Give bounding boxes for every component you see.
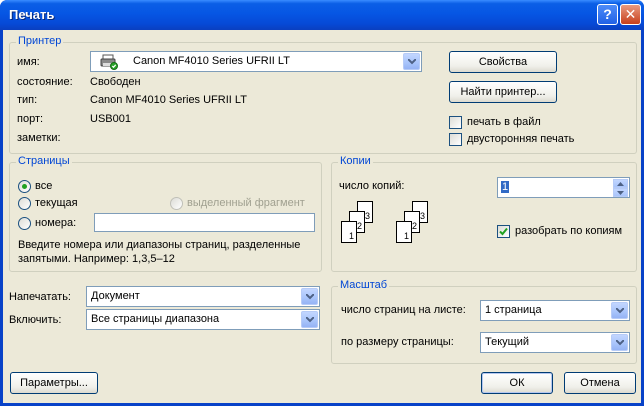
window-title: Печать <box>9 7 55 22</box>
pages-per-sheet-value: 1 страница <box>485 304 542 316</box>
copies-group: Копии число копий: 1 3 2 1 3 2 1 разобра… <box>331 155 637 272</box>
printer-port-label: порт: <box>17 113 44 125</box>
close-button[interactable]: ✕ <box>620 4 641 25</box>
title-bar[interactable]: Печать ? ✕ <box>0 0 644 30</box>
page-number: 3 <box>419 211 425 221</box>
zoom-legend: Масштаб <box>338 279 390 291</box>
page-number: 2 <box>411 221 417 231</box>
printer-group: Принтер имя: Canon MF4010 Series UFRII L… <box>9 35 637 154</box>
pages-selection-label: выделенный фрагмент <box>187 197 305 209</box>
check-icon <box>499 227 508 236</box>
collate-checkbox[interactable] <box>497 225 510 238</box>
options-button[interactable]: Параметры... <box>10 372 98 394</box>
print-to-file-label: печать в файл <box>467 116 541 128</box>
printer-name-value: Canon MF4010 Series UFRII LT <box>133 55 290 67</box>
collate-preview-stack-2: 3 2 1 <box>396 201 438 259</box>
scale-dropdown[interactable]: Текущий <box>480 332 630 353</box>
printer-legend: Принтер <box>16 35 64 47</box>
chevron-down-icon[interactable] <box>611 302 628 319</box>
pages-group: Страницы все текущая выделенный фрагмент… <box>9 155 322 272</box>
pages-legend: Страницы <box>16 155 72 167</box>
printer-type-label: тип: <box>17 94 38 106</box>
pages-all-label: все <box>35 180 53 192</box>
duplex-checkbox[interactable] <box>449 133 462 146</box>
ok-button[interactable]: ОК <box>481 372 553 394</box>
collate-preview-stack-1: 3 2 1 <box>341 201 383 259</box>
include-value: Все страницы диапазона <box>91 313 220 325</box>
print-what-dropdown[interactable]: Документ <box>86 286 320 307</box>
printer-notes-label: заметки: <box>17 132 61 144</box>
print-what-label: Напечатать: <box>9 291 71 303</box>
properties-button[interactable]: Свойства <box>449 51 557 73</box>
pages-range-radio[interactable] <box>18 217 31 230</box>
spinner-down-icon[interactable] <box>613 188 628 197</box>
include-dropdown[interactable]: Все страницы диапазона <box>86 309 320 330</box>
pages-hint: Введите номера или диапазоны страниц, ра… <box>18 239 301 265</box>
copies-count-value: 1 <box>501 181 510 193</box>
chevron-down-icon[interactable] <box>611 334 628 351</box>
print-to-file-checkbox[interactable] <box>449 116 462 129</box>
printer-port-value: USB001 <box>90 113 131 125</box>
printer-name-dropdown[interactable]: Canon MF4010 Series UFRII LT <box>90 51 422 72</box>
zoom-group: Масштаб число страниц на листе: 1 страни… <box>331 279 637 364</box>
pages-all-radio[interactable] <box>18 180 31 193</box>
chevron-down-icon[interactable] <box>403 53 420 70</box>
help-button[interactable]: ? <box>597 4 618 25</box>
printer-icon <box>100 54 118 73</box>
dialog-body: Принтер имя: Canon MF4010 Series UFRII L… <box>3 30 641 403</box>
scale-value: Текущий <box>485 336 529 348</box>
copies-count-spinner[interactable]: 1 <box>497 177 630 198</box>
copies-legend: Копии <box>338 155 373 167</box>
print-dialog: Печать ? ✕ Принтер имя: Canon MF4010 Ser… <box>0 0 644 406</box>
pages-range-label: номера: <box>35 217 77 229</box>
chevron-down-icon[interactable] <box>301 311 318 328</box>
spinner-up-icon[interactable] <box>613 179 628 188</box>
page-number: 1 <box>348 231 354 241</box>
collate-label: разобрать по копиям <box>515 225 623 237</box>
page-number: 3 <box>364 211 370 221</box>
pages-per-sheet-label: число страниц на листе: <box>341 304 466 316</box>
copies-count-label: число копий: <box>339 180 405 192</box>
print-what-value: Документ <box>91 290 140 302</box>
scale-label: по размеру страницы: <box>341 336 454 348</box>
pages-current-label: текущая <box>35 197 78 209</box>
printer-type-value: Canon MF4010 Series UFRII LT <box>90 94 247 106</box>
pages-range-input[interactable] <box>94 213 315 232</box>
find-printer-button[interactable]: Найти принтер... <box>449 81 557 103</box>
duplex-label: двусторонняя печать <box>467 133 575 145</box>
page-number: 2 <box>356 221 362 231</box>
include-label: Включить: <box>9 314 62 326</box>
radio-selected-dot <box>22 184 27 189</box>
page-number: 1 <box>403 231 409 241</box>
cancel-button[interactable]: Отмена <box>564 372 636 394</box>
pages-selection-radio <box>170 197 183 210</box>
printer-status-label: состояние: <box>17 76 73 88</box>
chevron-down-icon[interactable] <box>301 288 318 305</box>
printer-name-label: имя: <box>17 56 40 68</box>
printer-status-value: Свободен <box>90 76 141 88</box>
pages-per-sheet-dropdown[interactable]: 1 страница <box>480 300 630 321</box>
pages-current-radio[interactable] <box>18 197 31 210</box>
